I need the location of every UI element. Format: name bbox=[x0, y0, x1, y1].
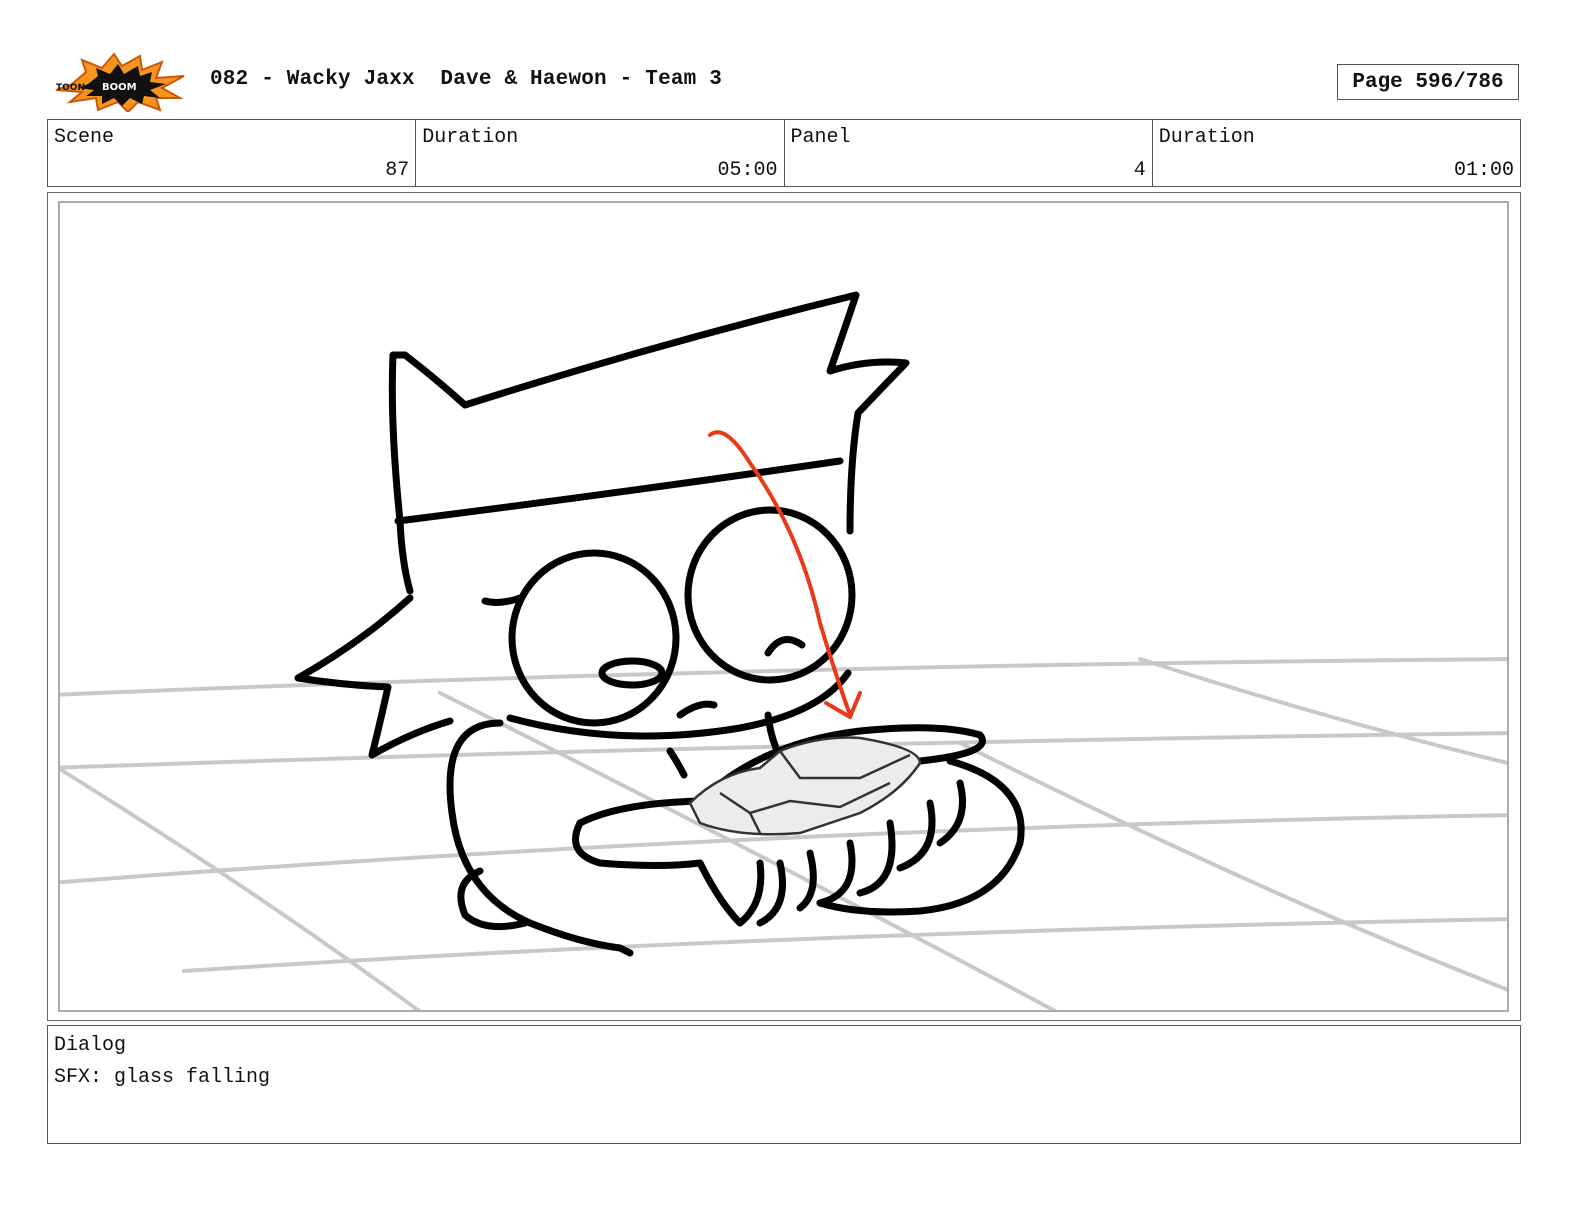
storyboard-panel bbox=[47, 192, 1521, 1021]
panel-duration-label: Duration bbox=[1158, 126, 1255, 149]
toonboom-logo: TOON BOOM bbox=[52, 52, 188, 114]
panel-value: 4 bbox=[1133, 159, 1146, 182]
scene-info-table: Scene 87 Duration 05:00 Panel 4 Duration… bbox=[47, 119, 1521, 187]
scene-value: 87 bbox=[385, 159, 410, 182]
scene-label: Scene bbox=[54, 126, 115, 149]
dialog-box: Dialog SFX: glass falling bbox=[47, 1025, 1521, 1144]
storyboard-drawing bbox=[60, 291, 1507, 1010]
scene-duration-cell: Duration 05:00 bbox=[416, 120, 785, 186]
glass-shards bbox=[688, 736, 922, 836]
dialog-label: Dialog bbox=[54, 1034, 127, 1057]
floor-grid bbox=[60, 657, 1507, 1010]
svg-text:TOON: TOON bbox=[56, 83, 85, 93]
panel-frame bbox=[58, 201, 1509, 1012]
dialog-text: SFX: glass falling bbox=[54, 1066, 271, 1089]
panel-cell: Panel 4 bbox=[785, 120, 1153, 186]
character-sketch bbox=[294, 291, 1025, 957]
scene-duration-value: 05:00 bbox=[717, 159, 778, 182]
page-header: TOON BOOM 082 - Wacky Jaxx Dave & Haewon… bbox=[52, 48, 1532, 118]
logo-text: BOOM bbox=[102, 82, 137, 93]
page-title: 082 - Wacky Jaxx Dave & Haewon - Team 3 bbox=[210, 68, 723, 91]
page-number: Page 596/786 bbox=[1337, 64, 1519, 100]
scene-cell: Scene 87 bbox=[48, 120, 417, 186]
panel-duration-value: 01:00 bbox=[1453, 159, 1514, 182]
panel-label: Panel bbox=[790, 126, 851, 149]
panel-duration-cell: Duration 01:00 bbox=[1153, 120, 1520, 186]
scene-duration-label: Duration bbox=[422, 126, 519, 149]
